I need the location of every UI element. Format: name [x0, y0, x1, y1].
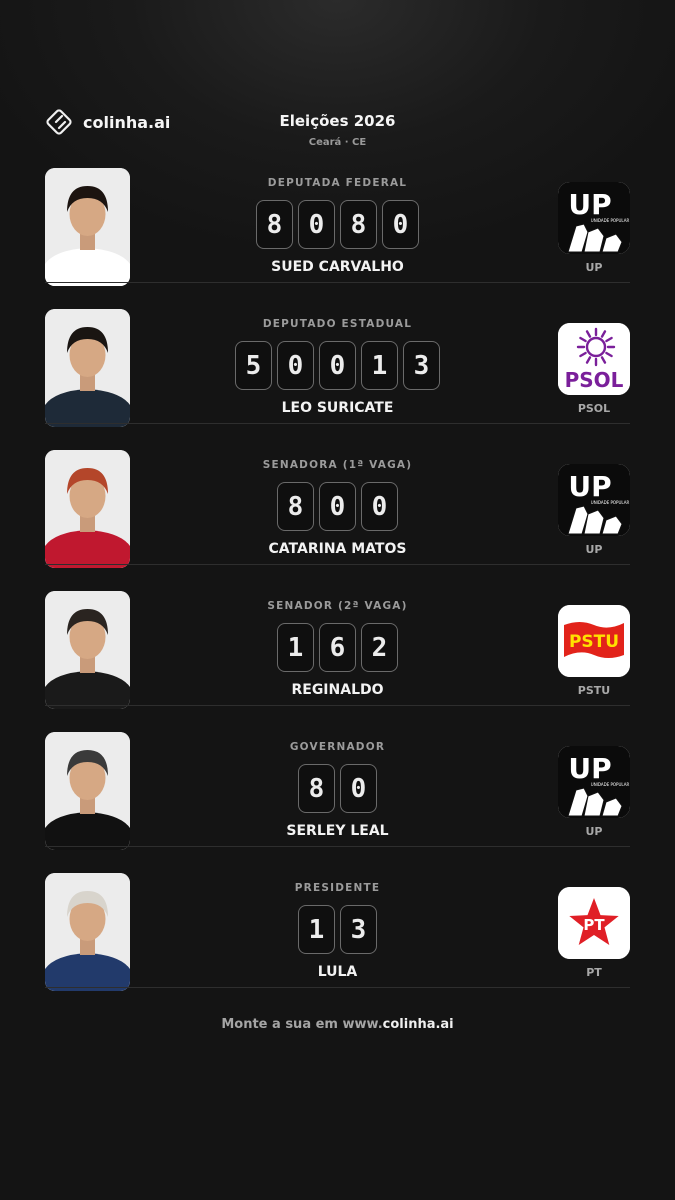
number-digit: 0 — [319, 341, 356, 390]
candidate-photo — [45, 591, 130, 709]
candidate-number: 50013 — [155, 341, 520, 390]
svg-text:PT: PT — [583, 916, 605, 934]
party-logo-icon: UP UNIDADE POPULAR — [558, 464, 630, 536]
candidate-photo — [45, 450, 130, 568]
candidate-name: LEO SURICATE — [281, 400, 394, 416]
candidate-name: LULA — [317, 964, 358, 980]
candidate-number: 800 — [155, 482, 520, 531]
svg-text:UP: UP — [568, 752, 611, 785]
candidate-role: SENADOR (2ª VAGA) — [267, 600, 408, 612]
footer-cta[interactable]: Monte a sua em www.colinha.ai — [0, 1017, 675, 1032]
candidate-row[interactable]: PRESIDENTE 1 3 LULA PT PT — [45, 847, 630, 991]
party-name: UP — [585, 261, 603, 274]
svg-text:PSTU: PSTU — [569, 632, 619, 652]
party-name: UP — [585, 543, 603, 556]
svg-text:UNIDADE POPULAR: UNIDADE POPULAR — [591, 782, 630, 787]
candidate-row[interactable]: SENADORA (1ª VAGA) 8 0 0 CATARINA MATOS UP UNI… — [45, 424, 630, 568]
party-name: PT — [586, 966, 602, 979]
candidate-photo — [45, 873, 130, 991]
svg-text:PSOL: PSOL — [565, 368, 624, 392]
candidate-row[interactable]: DEPUTADA FEDERAL 8 0 8 0 SUED CARVALHO UP UNIDA… — [45, 142, 630, 286]
candidate-row[interactable]: DEPUTADO ESTADUAL 5 0 0 1 3 LEO SURICATE PSOL PS… — [45, 283, 630, 427]
candidate-row[interactable]: GOVERNADOR 8 0 SERLEY LEAL UP UNIDADE POPULAR… — [45, 706, 630, 850]
candidate-role: GOVERNADOR — [289, 741, 386, 753]
party-name: UP — [585, 825, 603, 838]
party-logo-icon: UP UNIDADE POPULAR — [558, 182, 630, 254]
candidate-name: SUED CARVALHO — [271, 259, 404, 275]
candidate-photo — [45, 309, 130, 427]
candidate-role: PRESIDENTE — [294, 882, 381, 894]
number-digit: 0 — [319, 482, 356, 531]
number-digit: 0 — [298, 200, 335, 249]
candidate-number: 8080 — [155, 200, 520, 249]
candidate-role: DEPUTADA FEDERAL — [267, 177, 408, 189]
candidate-role: DEPUTADO ESTADUAL — [262, 318, 413, 330]
number-digit: 0 — [361, 482, 398, 531]
candidate-role: SENADORA (1ª VAGA) — [262, 459, 413, 471]
number-digit: 8 — [256, 200, 293, 249]
page-title: Eleições 2026 — [279, 112, 396, 130]
candidate-number: 13 — [155, 905, 520, 954]
number-digit: 0 — [277, 341, 314, 390]
number-digit: 8 — [340, 200, 377, 249]
party-logo-icon: PT — [558, 887, 630, 959]
footer-brand: colinha.ai — [382, 1017, 454, 1032]
number-digit: 5 — [235, 341, 272, 390]
party-logo-icon: PSOL — [558, 323, 630, 395]
page-header: colinha.ai Eleições 2026 Ceará · CE — [0, 0, 675, 160]
number-digit: 1 — [361, 341, 398, 390]
svg-text:UNIDADE POPULAR: UNIDADE POPULAR — [591, 218, 630, 223]
svg-text:UNIDADE POPULAR: UNIDADE POPULAR — [591, 500, 630, 505]
number-digit: 2 — [361, 623, 398, 672]
number-digit: 1 — [277, 623, 314, 672]
number-digit: 6 — [319, 623, 356, 672]
candidate-row[interactable]: SENADOR (2ª VAGA) 1 6 2 REGINALDO PSTU PSTU — [45, 565, 630, 709]
number-digit: 0 — [340, 764, 377, 813]
party-name: PSTU — [577, 684, 611, 697]
number-digit: 0 — [382, 200, 419, 249]
party-logo-icon: PSTU — [558, 605, 630, 677]
candidate-number: 80 — [155, 764, 520, 813]
number-digit: 3 — [403, 341, 440, 390]
candidate-photo — [45, 168, 130, 286]
row-divider — [45, 987, 630, 988]
candidate-number: 162 — [155, 623, 520, 672]
svg-text:UP: UP — [568, 470, 611, 503]
number-digit: 1 — [298, 905, 335, 954]
number-digit: 8 — [277, 482, 314, 531]
party-logo-icon: UP UNIDADE POPULAR — [558, 746, 630, 818]
candidate-name: SERLEY LEAL — [286, 823, 389, 839]
number-digit: 8 — [298, 764, 335, 813]
svg-text:UP: UP — [568, 188, 611, 221]
candidate-name: REGINALDO — [291, 682, 384, 698]
party-name: PSOL — [577, 402, 611, 415]
footer-prefix: Monte a sua em www. — [221, 1017, 383, 1032]
number-digit: 3 — [340, 905, 377, 954]
candidate-name: CATARINA MATOS — [268, 541, 407, 557]
candidate-photo — [45, 732, 130, 850]
